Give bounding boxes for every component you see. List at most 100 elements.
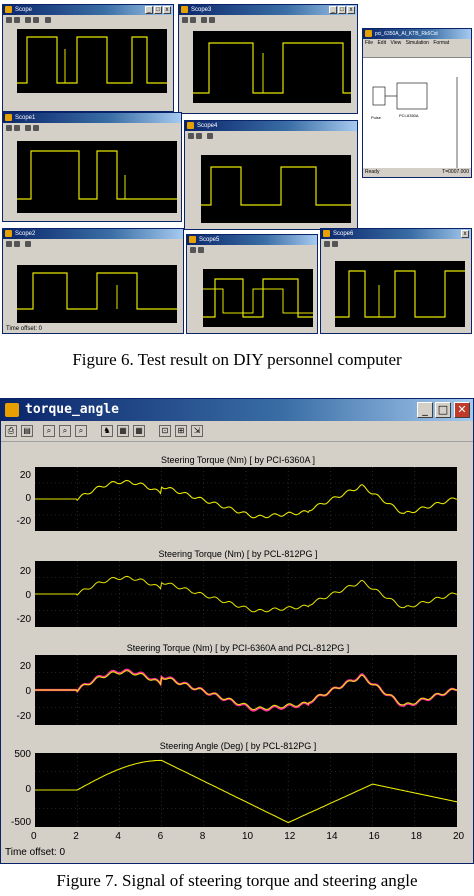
zoom-in-icon[interactable]: ⌕: [43, 425, 55, 437]
maximize-button[interactable]: □: [154, 6, 162, 14]
panel2-trace: [35, 561, 458, 627]
p3-ytick-bot: -20: [16, 711, 31, 722]
scope-plot: [203, 269, 313, 327]
matlab-icon: [5, 114, 12, 121]
toolbar: [185, 131, 357, 141]
params-icon[interactable]: [196, 133, 202, 139]
autoscale-icon[interactable]: ♞: [101, 425, 113, 437]
menu-bar: File Edit View Simulation Format: [363, 39, 471, 47]
scope-plot: [17, 29, 167, 93]
menu-view[interactable]: View: [390, 40, 401, 46]
zoom-out-icon[interactable]: [33, 17, 39, 23]
zoom-y-icon[interactable]: ⌕: [75, 425, 87, 437]
zoom-out-icon[interactable]: [209, 17, 215, 23]
minimize-button[interactable]: _: [145, 6, 153, 14]
scope1-window[interactable]: Scope1: [2, 112, 182, 222]
zoom-in-icon[interactable]: [207, 133, 213, 139]
params-icon[interactable]: [332, 241, 338, 247]
maximize-button[interactable]: □: [435, 402, 451, 418]
x-tick-label: 16: [368, 831, 380, 842]
torque-angle-window[interactable]: torque_angle _ □ ✕ ⎙ ▤ ⌕ ⌕ ⌕ ♞ ▦ ▦ ⊡ ⊞ ⇲…: [0, 398, 474, 864]
p1-ytick-bot: -20: [16, 516, 31, 527]
params-icon[interactable]: [14, 17, 20, 23]
restore-axes-icon[interactable]: ▦: [133, 425, 145, 437]
scope-window[interactable]: Scope x □ _: [2, 4, 174, 112]
toolbar: [3, 239, 183, 249]
scope6-window[interactable]: Scope6 x: [320, 228, 472, 334]
x-tick-label: 0: [31, 831, 37, 842]
close-button[interactable]: ✕: [454, 402, 470, 418]
p2-ytick-bot: -20: [16, 614, 31, 625]
matlab-icon: [181, 6, 188, 13]
floating-scope-icon[interactable]: ⊡: [159, 425, 171, 437]
window-title: Scope: [15, 7, 33, 13]
status-bar: Ready T=0007.000: [363, 168, 471, 177]
close-button[interactable]: x: [347, 6, 355, 14]
matlab-icon: [5, 403, 19, 417]
simulink-toolbar: [363, 47, 471, 58]
scope3-window[interactable]: Scope3 x □ _: [178, 4, 358, 114]
menu-format[interactable]: Format: [433, 40, 449, 46]
zoom-in-icon[interactable]: [201, 17, 207, 23]
toolbar: [3, 123, 181, 133]
toolbar: ⎙ ▤ ⌕ ⌕ ⌕ ♞ ▦ ▦ ⊡ ⊞ ⇲: [1, 421, 473, 442]
save-axes-icon[interactable]: ▦: [117, 425, 129, 437]
menu-edit[interactable]: Edit: [377, 40, 386, 46]
scope5-window[interactable]: Scope5: [186, 234, 318, 334]
window-title: Scope2: [15, 231, 36, 237]
zoom-out-icon[interactable]: [33, 125, 39, 131]
minimize-button[interactable]: _: [329, 6, 337, 14]
autoscale-icon[interactable]: [45, 17, 51, 23]
simulink-model-window[interactable]: pci_6350A_AI_KTB_Rk6Cst File Edit View S…: [362, 28, 472, 178]
menu-file[interactable]: File: [365, 40, 373, 46]
status-right: T=0007.000: [442, 169, 469, 175]
print-icon[interactable]: [6, 241, 12, 247]
scope-plot: [193, 31, 351, 103]
scope-plot: [335, 261, 465, 327]
scope-trace: [17, 150, 177, 200]
x-tick-label: 6: [157, 831, 164, 842]
p3-ytick-mid: 0: [25, 686, 31, 697]
panel3-plot: [35, 655, 458, 725]
zoom-x-icon[interactable]: ⌕: [59, 425, 71, 437]
print-icon[interactable]: [6, 125, 12, 131]
panel4-trace: [35, 753, 458, 827]
print-icon[interactable]: [188, 133, 194, 139]
x-tick-label: 4: [115, 831, 121, 842]
scope-trace: [17, 272, 177, 310]
matlab-icon: [189, 236, 196, 243]
close-button[interactable]: x: [163, 6, 171, 14]
menu-simulation[interactable]: Simulation: [406, 40, 429, 46]
zoom-in-icon[interactable]: [25, 17, 31, 23]
window-title: pci_6350A_AI_KTB_Rk6Cst: [375, 31, 438, 37]
print-icon[interactable]: ⎙: [5, 425, 17, 437]
toolbar: [179, 15, 357, 25]
scope4-window[interactable]: Scope4: [184, 120, 358, 230]
window-title: Scope3: [191, 7, 212, 13]
window-title: Scope6: [333, 231, 354, 237]
signal-selection-icon[interactable]: ⊞: [175, 425, 187, 437]
zoom-in-icon[interactable]: [25, 125, 31, 131]
print-icon[interactable]: [324, 241, 330, 247]
simulink-icon: [365, 30, 372, 37]
zoom-in-icon[interactable]: [25, 241, 31, 247]
lock-axes-icon[interactable]: ⇲: [191, 425, 203, 437]
x-tick-label: 8: [199, 831, 206, 842]
window-title: Scope1: [15, 115, 36, 121]
params-icon[interactable]: [14, 241, 20, 247]
params-icon[interactable]: [190, 17, 196, 23]
params-icon[interactable]: [198, 247, 204, 253]
print-icon[interactable]: [190, 247, 196, 253]
p2-ytick-mid: 0: [25, 590, 31, 601]
parameters-icon[interactable]: ▤: [21, 425, 33, 437]
maximize-button[interactable]: □: [338, 6, 346, 14]
scope2-window[interactable]: Scope2 Time offset: 0: [2, 228, 184, 334]
minimize-button[interactable]: _: [417, 402, 433, 418]
print-icon[interactable]: [6, 17, 12, 23]
p1-ytick-mid: 0: [25, 493, 31, 504]
scope-status: Time offset: 0: [6, 326, 43, 332]
params-icon[interactable]: [14, 125, 20, 131]
close-button[interactable]: x: [461, 230, 469, 238]
print-icon[interactable]: [182, 17, 188, 23]
p1-ytick-top: 20: [19, 470, 31, 481]
